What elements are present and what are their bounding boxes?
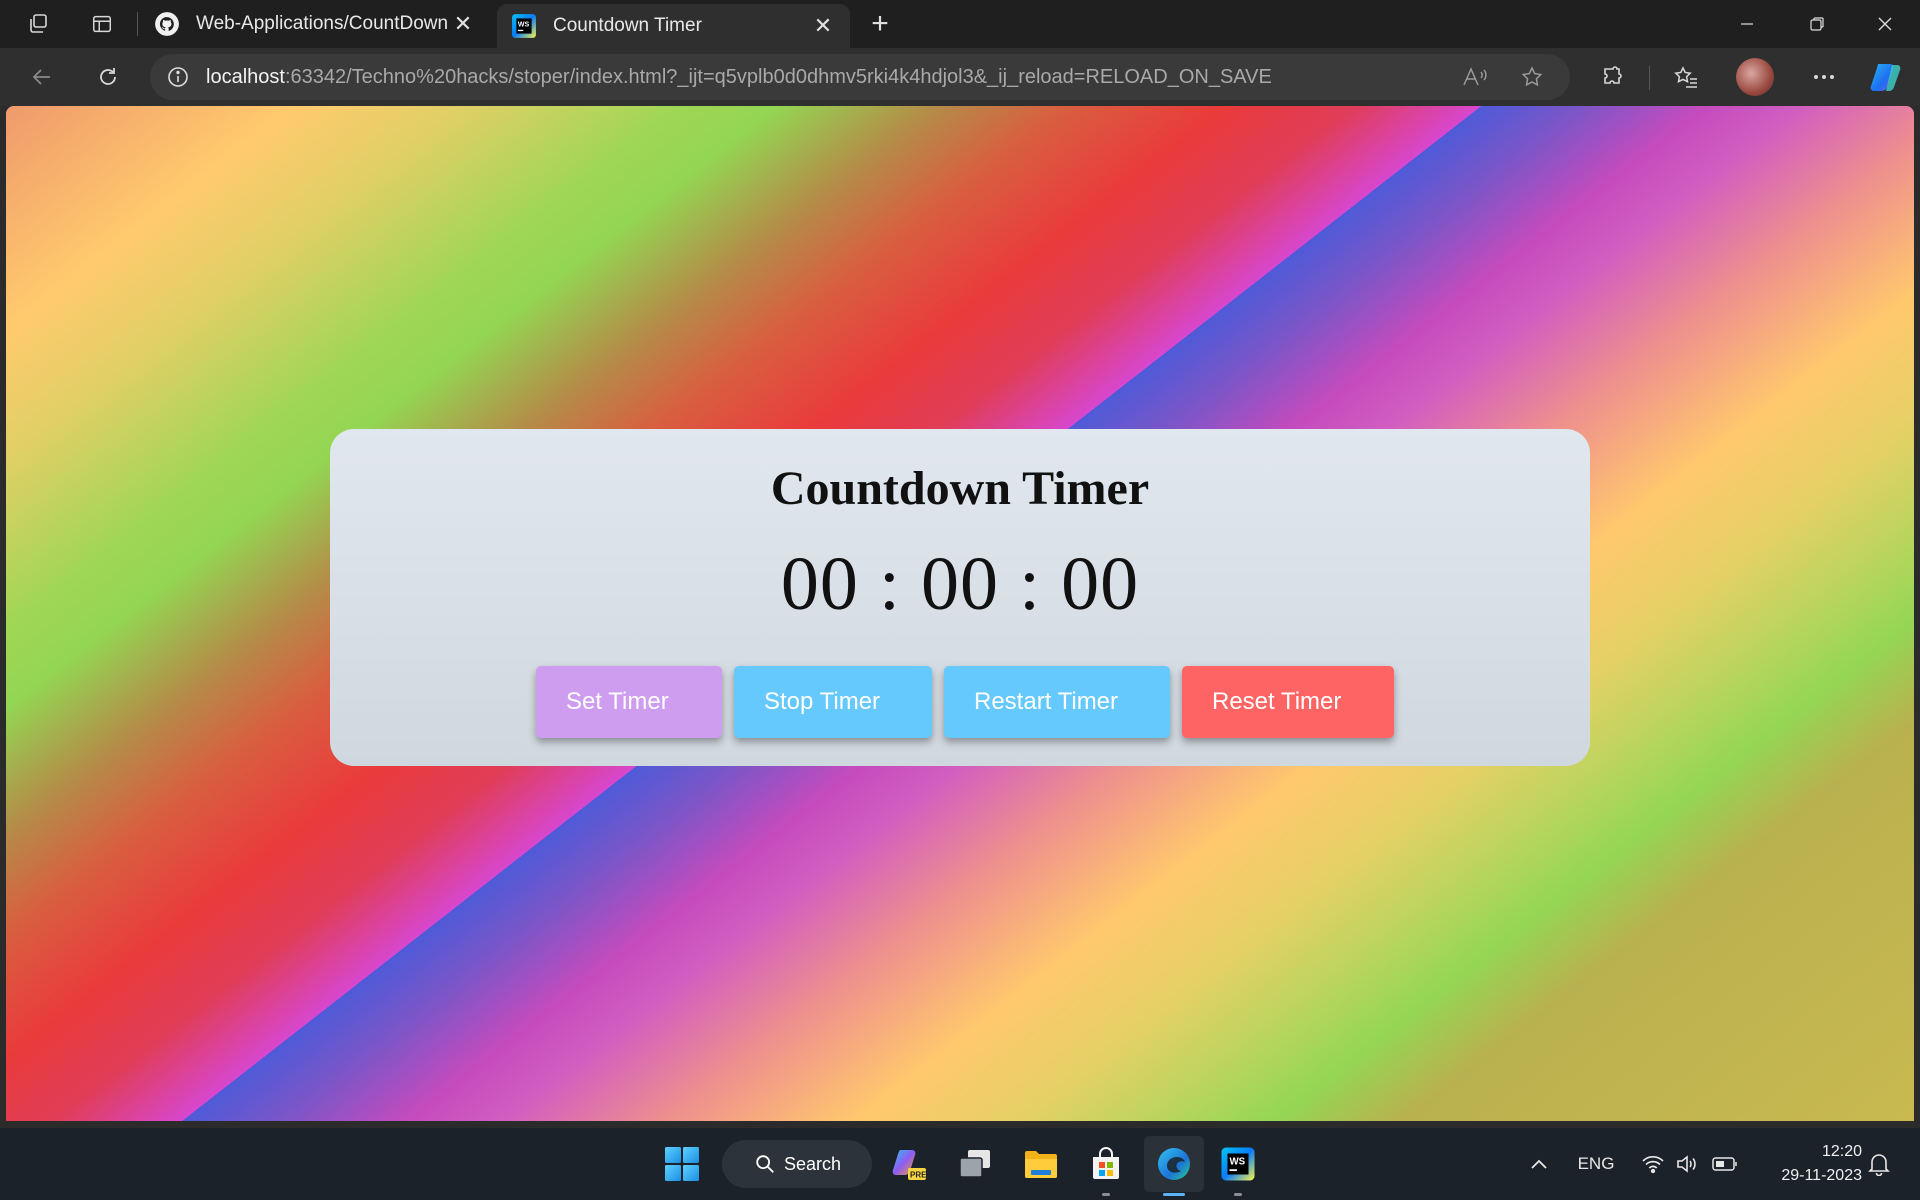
minimize-button[interactable] — [1712, 0, 1782, 48]
workspaces-icon[interactable] — [14, 0, 62, 48]
tab-countdown-timer[interactable]: WS Countdown Timer ✕ — [497, 4, 850, 48]
volume-icon[interactable] — [1672, 1128, 1702, 1200]
tab-github[interactable]: Web-Applications/CountDown Ti ✕ — [140, 0, 490, 48]
favorite-star-icon[interactable] — [1507, 54, 1557, 100]
clock-date: 29-11-2023 — [1781, 1167, 1862, 1184]
restart-timer-button[interactable]: Restart Timer — [944, 666, 1170, 738]
task-view-icon[interactable] — [947, 1128, 1003, 1200]
svg-text:WS: WS — [518, 21, 530, 28]
url-text[interactable]: localhost:63342/Techno%20hacks/stoper/in… — [206, 66, 1272, 89]
page-viewport: Countdown Timer 00 : 00 : 00 Set Timer S… — [6, 106, 1914, 1121]
restore-button[interactable] — [1782, 0, 1852, 48]
read-aloud-icon[interactable] — [1450, 54, 1500, 100]
timer-button-row: Set Timer Stop Timer Restart Timer Reset… — [330, 666, 1590, 738]
favorites-icon[interactable] — [1662, 48, 1710, 106]
tab-actions-icon[interactable] — [78, 0, 126, 48]
url-host: localhost — [206, 65, 285, 88]
wifi-icon[interactable] — [1638, 1128, 1668, 1200]
more-options-icon[interactable] — [1800, 48, 1848, 106]
start-button[interactable] — [654, 1128, 710, 1200]
svg-text:PRE: PRE — [910, 1171, 927, 1180]
search-icon — [754, 1153, 776, 1175]
timer-card: Countdown Timer 00 : 00 : 00 Set Timer S… — [330, 429, 1590, 766]
battery-icon[interactable] — [1708, 1128, 1742, 1200]
refresh-button[interactable] — [84, 48, 132, 106]
address-bar[interactable]: localhost:63342/Techno%20hacks/stoper/in… — [150, 54, 1570, 100]
copilot-icon[interactable] — [1862, 48, 1910, 106]
github-icon — [154, 11, 180, 37]
taskbar-search[interactable]: Search — [722, 1140, 872, 1188]
url-path: :63342/Techno%20hacks/stoper/index.html?… — [284, 65, 1272, 88]
close-tab-icon[interactable]: ✕ — [810, 13, 836, 39]
edge-browser-icon[interactable] — [1144, 1136, 1204, 1196]
running-indicator — [1234, 1193, 1242, 1196]
webstorm-taskbar-icon[interactable]: WS — [1210, 1128, 1266, 1200]
close-window-button[interactable] — [1850, 0, 1920, 48]
svg-text:WS: WS — [1229, 1156, 1245, 1167]
show-hidden-icons-chevron-icon[interactable] — [1524, 1128, 1554, 1200]
active-indicator — [1163, 1193, 1185, 1196]
stop-timer-button[interactable]: Stop Timer — [734, 666, 932, 738]
search-label: Search — [784, 1153, 842, 1174]
toolbar-separator — [1649, 66, 1650, 90]
page-title: Countdown Timer — [770, 462, 1150, 515]
reset-timer-button[interactable]: Reset Timer — [1182, 666, 1394, 738]
copilot-preview-icon[interactable]: PRE — [881, 1128, 937, 1200]
close-tab-icon[interactable]: ✕ — [450, 11, 476, 37]
notification-bell-icon[interactable] — [1862, 1128, 1896, 1200]
tab-title: Web-Applications/CountDown Ti — [196, 13, 450, 34]
microsoft-store-icon[interactable] — [1078, 1128, 1134, 1200]
clock-time: 12:20 — [1821, 1143, 1862, 1160]
new-tab-button[interactable]: + — [862, 0, 898, 48]
running-indicator — [1102, 1193, 1110, 1196]
browser-toolbar: localhost:63342/Techno%20hacks/stoper/in… — [0, 48, 1920, 106]
extensions-icon[interactable] — [1589, 48, 1637, 106]
browser-titlebar: Web-Applications/CountDown Ti ✕ WS Count… — [0, 0, 1920, 48]
site-info-icon[interactable] — [150, 54, 206, 100]
language-indicator[interactable]: ENG — [1576, 1128, 1616, 1200]
back-button[interactable] — [18, 48, 66, 106]
set-timer-button[interactable]: Set Timer — [536, 666, 722, 738]
profile-avatar[interactable] — [1736, 58, 1774, 96]
file-explorer-icon[interactable] — [1013, 1128, 1069, 1200]
tab-separator — [137, 12, 138, 36]
webstorm-icon: WS — [511, 13, 537, 39]
system-clock[interactable]: 12:20 29-11-2023 — [1752, 1140, 1862, 1188]
tab-title: Countdown Timer — [553, 15, 702, 36]
timer-display: 00 : 00 : 00 — [780, 542, 1140, 626]
taskbar: Search PRE WS ENG 12:20 29-11-2023 — [0, 1128, 1920, 1200]
